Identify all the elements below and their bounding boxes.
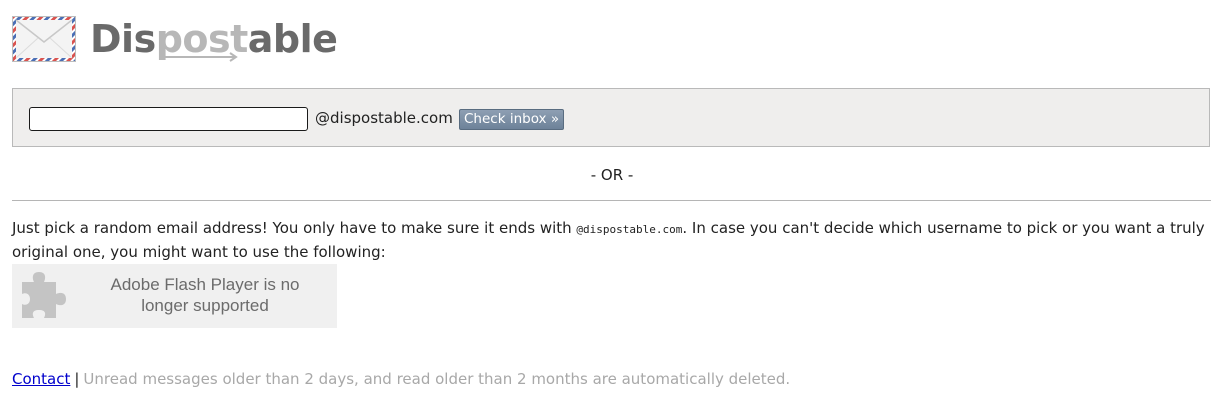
footer: Contact | Unread messages older than 2 day…	[12, 370, 790, 388]
flash-unsupported-message: Adobe Flash Player is no longer supporte…	[110, 275, 300, 315]
intro-paragraph: Just pick a random email address! You on…	[12, 217, 1208, 264]
retention-note: Unread messages older than 2 days, and r…	[83, 370, 791, 388]
domain-code: @dispostable.com	[576, 223, 683, 236]
or-separator: - OR -	[590, 166, 634, 184]
username-input[interactable]	[29, 107, 308, 131]
flash-plugin-placeholder: Adobe Flash Player is no longer supporte…	[12, 264, 337, 328]
puzzle-icon	[22, 272, 66, 318]
logo-text-end: able	[247, 17, 338, 61]
divider	[12, 200, 1211, 201]
arrow-icon	[164, 52, 238, 62]
logo-text-start: Dis	[90, 17, 156, 61]
envelope-icon	[12, 16, 76, 62]
contact-link[interactable]: Contact	[12, 370, 70, 388]
check-inbox-button[interactable]: Check inbox »	[459, 109, 565, 130]
inbox-form: @dispostable.com Check inbox »	[12, 88, 1210, 147]
domain-suffix: @dispostable.com	[315, 109, 453, 127]
intro-text-before: Just pick a random email address! You on…	[12, 219, 577, 237]
site-logo[interactable]: Dispostable	[12, 14, 338, 66]
footer-divider: |	[74, 370, 80, 388]
